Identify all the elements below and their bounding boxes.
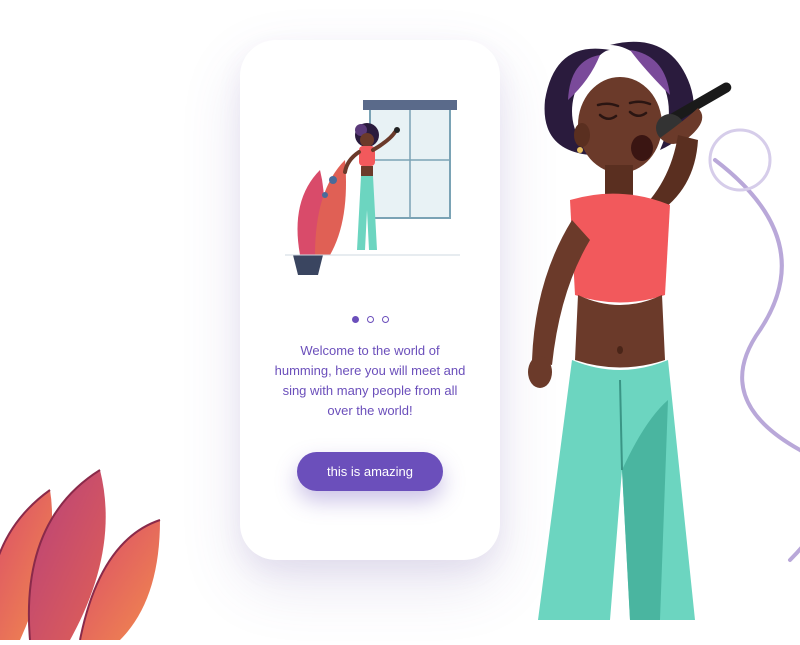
welcome-text: Welcome to the world of humming, here yo… bbox=[268, 341, 472, 422]
decorative-singer-illustration bbox=[460, 20, 800, 620]
page-indicator bbox=[352, 316, 389, 323]
page-dot-1[interactable] bbox=[352, 316, 359, 323]
decorative-leaves-left bbox=[0, 400, 200, 640]
page-dot-3[interactable] bbox=[382, 316, 389, 323]
cta-button[interactable]: this is amazing bbox=[297, 452, 443, 491]
page-dot-2[interactable] bbox=[367, 316, 374, 323]
onboarding-illustration bbox=[275, 90, 465, 280]
